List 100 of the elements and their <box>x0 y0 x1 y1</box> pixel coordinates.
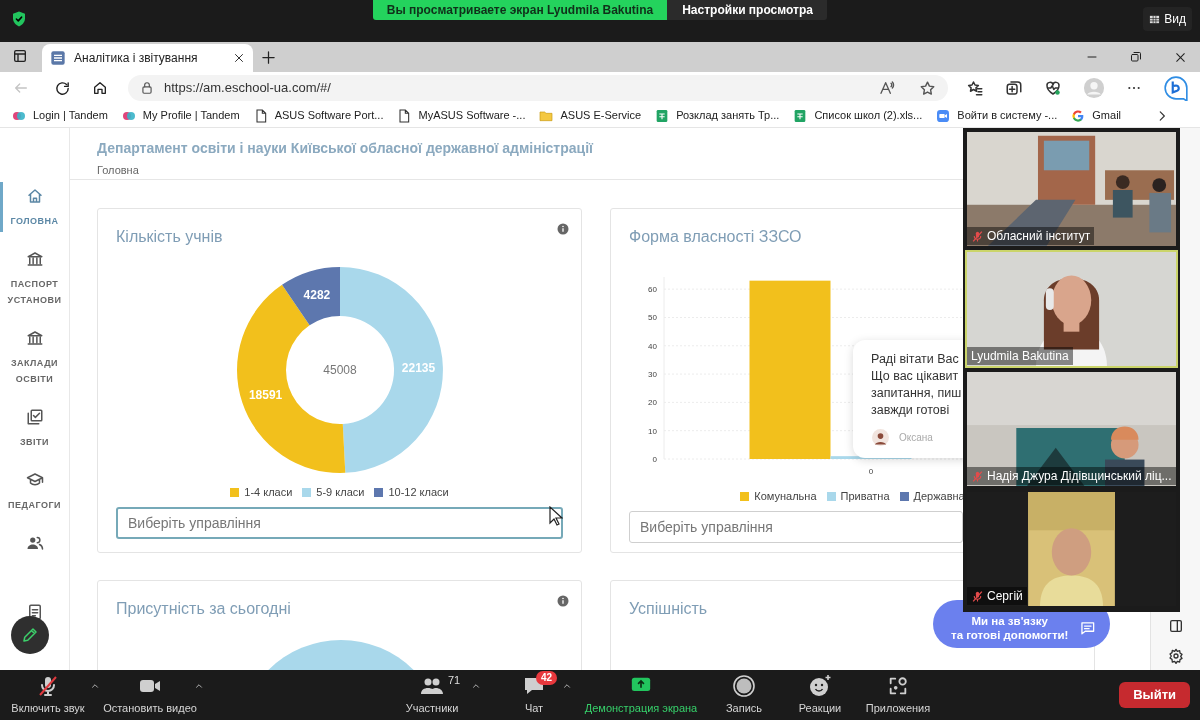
reload-icon[interactable] <box>54 79 71 97</box>
page-title: Департамент освіти і науки Київської обласної державної адміністрації <box>97 139 595 158</box>
nav-item[interactable]: ПАСПОРТ УСТАНОВИ <box>2 250 67 308</box>
nav-item[interactable]: ЗАКЛАДИ ОСВІТИ <box>2 329 67 387</box>
apps-icon <box>887 675 909 697</box>
url-text: https://am.eschool-ua.com/#/ <box>164 79 332 98</box>
participant-name: Lyudmila Bakutina <box>971 348 1069 365</box>
nav-item[interactable]: ЗВІТИ <box>2 408 67 450</box>
caret-up-icon[interactable] <box>562 681 572 691</box>
building-icon <box>25 250 44 268</box>
axis-tick: 30 <box>648 370 657 380</box>
tab-title: Аналітика і звітування <box>74 50 199 67</box>
axis-tick: 50 <box>648 313 657 323</box>
view-button[interactable]: Вид <box>1143 7 1192 31</box>
home-icon[interactable] <box>92 80 108 96</box>
legend-label: Приватна <box>840 488 890 504</box>
bookmark-label: Список школ (2).xls... <box>814 108 923 124</box>
info-icon[interactable] <box>557 223 569 235</box>
legend-label: 10-12 класи <box>388 484 449 500</box>
restore-icon[interactable] <box>1130 51 1142 63</box>
chat-bubble-icon[interactable] <box>1163 75 1189 101</box>
bookmark[interactable]: Розклад занять Тр... <box>654 107 780 124</box>
smiley-plus-icon <box>808 674 832 698</box>
settings-icon[interactable] <box>1167 648 1184 664</box>
bookmark[interactable]: Gmail <box>1070 107 1122 124</box>
card-title: Форма власності ЗЗСО <box>629 227 802 247</box>
view-options-button[interactable]: Настройки просмотра <box>667 0 828 20</box>
bookmark-label: Розклад занять Тр... <box>676 108 780 124</box>
nav-item[interactable]: ГОЛОВНА <box>2 187 67 229</box>
caret-up-icon[interactable] <box>90 681 100 691</box>
leave-button[interactable]: Выйти <box>1119 682 1190 708</box>
favorites-icon[interactable] <box>966 79 984 97</box>
heart-pulse-icon[interactable] <box>1044 79 1062 97</box>
caret-up-icon[interactable] <box>471 681 481 691</box>
axis-tick: 10 <box>648 426 657 436</box>
star-icon[interactable] <box>919 79 936 97</box>
toolbar-button[interactable]: Демонстрация экрана <box>580 670 702 720</box>
bookmark-label: Gmail <box>1092 108 1122 124</box>
toolbar-button[interactable]: Реакции <box>785 670 855 720</box>
bookmark[interactable]: ASUS Software Port... <box>252 107 384 124</box>
legend-label: 5-9 класи <box>316 484 365 500</box>
slice-value: 18591 <box>248 388 282 403</box>
bookmark[interactable]: Войти в систему -... <box>935 107 1058 124</box>
lock-icon <box>140 81 154 95</box>
building-icon <box>25 329 44 347</box>
slice-value: 4282 <box>303 288 330 302</box>
legend-label: Державна <box>913 488 965 504</box>
cursor-icon <box>549 506 563 526</box>
avatar-icon <box>872 429 889 446</box>
info-icon[interactable] <box>557 595 569 607</box>
select-field[interactable]: Виберіть управління <box>629 511 963 543</box>
bookmark-label: ASUS Software Port... <box>274 108 384 124</box>
legend-label: Комунальна <box>754 488 817 504</box>
toolbar-button[interactable]: 71 Участники <box>387 670 477 720</box>
browser-tab[interactable]: Аналітика і звітування <box>42 44 253 72</box>
grid-icon <box>1149 13 1161 25</box>
shield-icon <box>10 10 28 28</box>
bookmark[interactable]: Список школ (2).xls... <box>792 107 923 124</box>
participant-name: Обласний інститут <box>987 228 1091 245</box>
slice-value: 22135 <box>401 361 435 375</box>
toolbar-button[interactable]: Включить звук <box>0 670 96 720</box>
nav-item[interactable]: ПЕДАГОГИ <box>2 471 67 513</box>
viewing-banner: Вы просматриваете экран Lyudmila Bakutina <box>372 0 668 20</box>
author-name: Оксана <box>899 431 933 445</box>
close-icon[interactable] <box>1174 50 1187 64</box>
address-field[interactable]: https://am.eschool-ua.com/#/ <box>128 75 948 101</box>
bookmark-label: Войти в систему -... <box>957 108 1058 124</box>
read-aloud-icon[interactable] <box>879 80 895 96</box>
collections-icon[interactable] <box>1005 79 1023 97</box>
legend-label: 1-4 класи <box>244 484 293 500</box>
card-title: Успішність <box>629 599 708 619</box>
tab-actions-icon[interactable] <box>12 48 28 64</box>
bookmark-label: ASUS E-Service <box>560 108 642 124</box>
card-title: Присутність за сьогодні <box>116 599 291 619</box>
axis-tick: 60 <box>648 285 657 295</box>
message-text: Що вас цікавит <box>871 368 960 385</box>
total-value: 45008 <box>322 363 357 377</box>
axis-tick: 0 <box>868 467 874 476</box>
record-icon <box>732 674 756 698</box>
site-logo-icon <box>50 50 66 66</box>
toolbar-button[interactable]: Запись <box>710 670 778 720</box>
axis-tick: 0 <box>652 455 657 464</box>
home-icon <box>25 187 44 205</box>
bookmark[interactable]: Login | Tandem <box>11 107 108 124</box>
axis-tick: 40 <box>648 341 657 351</box>
caret-up-icon[interactable] <box>194 681 204 691</box>
bookmark[interactable]: ASUS E-Service <box>538 107 642 124</box>
bookmark[interactable]: My Profile | Tandem <box>120 107 240 124</box>
bookmark[interactable]: MyASUS Software -... <box>396 107 526 124</box>
pencil-icon <box>21 626 39 644</box>
people-icon[interactable] <box>25 534 44 552</box>
close-icon[interactable] <box>233 52 245 64</box>
count-badge: 42 <box>536 671 558 685</box>
toolbar-button[interactable]: Приложения <box>858 670 938 720</box>
side-panel-icon[interactable] <box>1167 618 1184 634</box>
select-field[interactable]: Виберіть управління <box>116 507 563 539</box>
toolbar-button[interactable]: Остановить видео <box>100 670 200 720</box>
new-tab-icon[interactable] <box>261 50 276 65</box>
axis-tick: 20 <box>648 398 657 408</box>
muted-mic-icon <box>36 674 60 698</box>
